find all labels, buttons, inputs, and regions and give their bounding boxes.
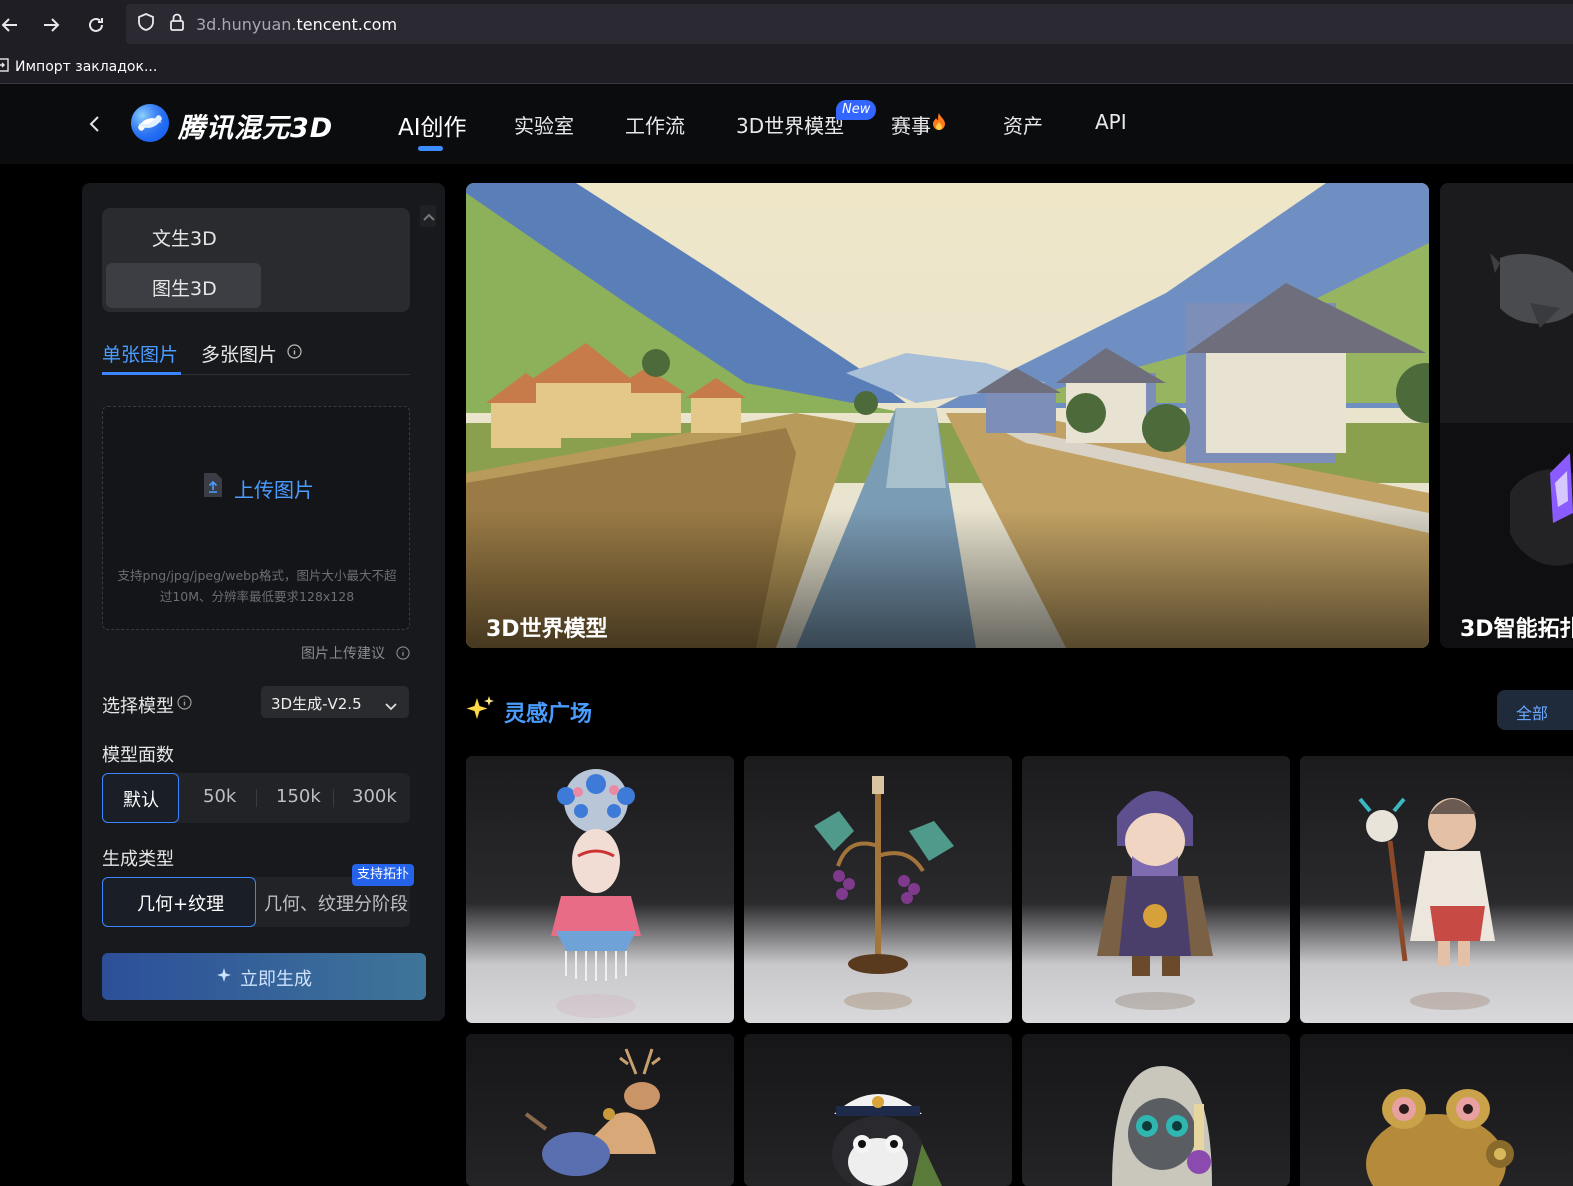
face-option-default[interactable]: 默认 [123,786,159,812]
bookmarks-toolbar: Импорт закладок... [0,50,1573,84]
fire-icon [930,112,948,136]
generate-button-label: 立即生成 [240,969,312,990]
gallery-card-deer-lute[interactable] [466,1034,734,1186]
brand-title[interactable]: 腾讯混元3D [178,106,333,145]
upload-advice-link[interactable]: 图片上传建议 [301,643,385,663]
gallery-card-opera-headdress[interactable] [466,756,734,1023]
mode-image-to-3d[interactable]: 图生3D [152,274,217,301]
chevron-up-icon[interactable] [422,208,436,227]
gen-type-label: 生成类型 [102,849,174,870]
banner-3d-topology[interactable] [1440,183,1573,648]
nav-api[interactable]: API [1095,110,1127,134]
nav-lab[interactable]: 实验室 [514,110,574,139]
banner-main-title: 3D世界模型 [486,617,608,642]
banner-3d-world-model[interactable] [466,183,1429,648]
new-badge: New [836,100,877,120]
nav-contest[interactable]: 赛事 [891,110,931,139]
lock-icon[interactable] [168,12,186,36]
staff-kid-model [1358,797,1495,1010]
faces-label: 模型面数 [102,745,174,766]
gallery-card-captain-cat[interactable] [744,1034,1012,1186]
hunyuan-logo-icon[interactable] [130,103,170,143]
opera-bust-model [551,769,641,1018]
mode-text-to-3d[interactable]: 文生3D [152,224,217,251]
face-option-50k[interactable]: 50k [203,786,236,807]
model-select-value: 3D生成-V2.5 [271,695,362,713]
model-label: 选择模型 [102,696,174,717]
sparkle-icon [216,967,232,987]
tab-single-image[interactable]: 单张图片 [102,340,178,367]
wanderer-figure-model [1097,791,1213,1010]
info-icon[interactable] [396,645,410,664]
tab-active-underline [102,372,181,375]
shield-icon[interactable] [136,12,156,36]
upload-hint-line2: 过10M、分辨率最低要求128x128 [159,589,355,604]
address-bar[interactable]: 3d.hunyuan.tencent.com [126,4,1573,44]
sparkles-icon [466,694,496,728]
steampunk-toad-model [1366,1089,1514,1186]
bookmark-import[interactable]: Импорт закладок... [15,59,157,75]
upload-hint-line1: 支持png/jpg/jpeg/webp格式，图片大小最大不超 [117,568,397,583]
nav-3d-world-model[interactable]: 3D世界模型 [736,110,844,139]
hooded-robot-model [1112,1066,1212,1186]
info-icon[interactable] [287,344,302,363]
captain-cat-model [832,1094,942,1186]
upload-image-label[interactable]: 上传图片 [234,474,314,503]
gallery-card-hooded-robot[interactable] [1022,1034,1290,1186]
deer-lute-model [524,1048,661,1176]
upload-icon [202,472,224,502]
nav-ai-create[interactable]: AI创作 [398,108,467,142]
chevron-left-icon[interactable] [88,115,102,137]
gallery-card-staff-kid[interactable] [1300,756,1573,1023]
nav-assets[interactable]: 资产 [1003,110,1043,139]
gen-option-geometry-texture[interactable]: 几何+纹理 [137,890,224,916]
upload-hint: 支持png/jpg/jpeg/webp格式，图片大小最大不超 过10M、分辨率最… [112,565,402,607]
inspiration-title: 灵感广场 [504,702,593,727]
forward-arrow-icon[interactable] [33,7,69,43]
face-divider [333,789,334,807]
browser-toolbar: 3d.hunyuan.tencent.com [0,0,1573,50]
face-divider [256,789,257,807]
app-header: 腾讯混元3D AI创作 实验室 工作流 3D世界模型 New 赛事 资产 API [0,84,1573,164]
candlestick-model [814,776,954,1010]
tab-multi-image[interactable]: 多张图片 [201,340,277,367]
gen-option-staged[interactable]: 几何、纹理分阶段 [264,890,408,916]
topology-badge: 支持拓扑 [352,864,415,886]
all-button-label: 全部 [1516,704,1549,723]
url-text: 3d.hunyuan.tencent.com [196,14,398,34]
topology-models-illustration [1440,183,1573,648]
gallery-card-grape-candlestick[interactable] [744,756,1012,1023]
chevron-down-icon[interactable] [384,697,398,716]
nav-active-indicator [418,146,443,151]
nav-workflow[interactable]: 工作流 [625,110,685,139]
banner-side-title: 3D智能拓扑 [1460,617,1573,642]
back-arrow-icon[interactable] [0,7,28,43]
info-icon[interactable] [177,695,192,714]
reload-icon[interactable] [78,7,114,43]
face-option-150k[interactable]: 150k [276,786,321,807]
gallery-card-mystic-wanderer[interactable] [1022,756,1290,1023]
face-option-300k[interactable]: 300k [352,786,397,807]
valley-village-illustration [466,183,1429,648]
gallery-card-steampunk-toad[interactable] [1300,1034,1573,1186]
import-icon [0,57,10,76]
